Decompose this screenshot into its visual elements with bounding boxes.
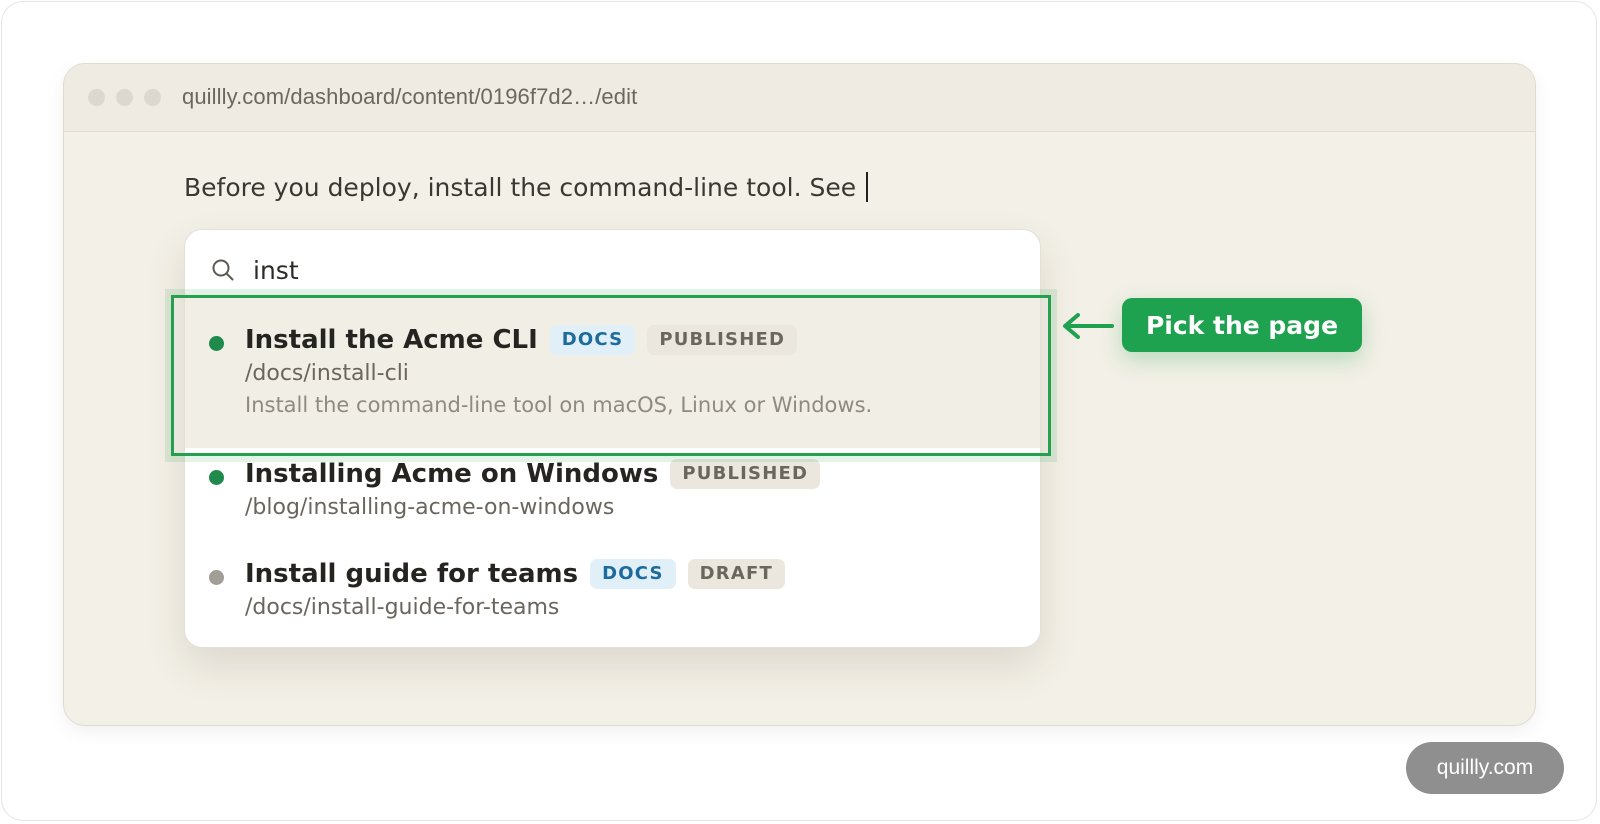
type-badge: DOCS: [590, 559, 676, 589]
browser-titlebar: quillly.com/dashboard/content/0196f7d2…/…: [64, 64, 1535, 132]
status-dot-published: [209, 470, 224, 485]
window-control-maximize[interactable]: [144, 89, 161, 106]
search-row[interactable]: inst: [211, 250, 299, 290]
callout-label: Pick the page: [1122, 298, 1362, 352]
result-title: Installing Acme on Windows: [245, 459, 659, 489]
address-bar-url[interactable]: quillly.com/dashboard/content/0196f7d2…/…: [182, 84, 637, 110]
result-heading: Install guide for teams DOCS DRAFT: [245, 559, 785, 589]
status-dot-draft: [209, 570, 224, 585]
arrow-left-icon: [1063, 313, 1114, 339]
highlight-box: [165, 289, 1057, 462]
result-title: Install guide for teams: [245, 559, 579, 589]
editor-text: Before you deploy, install the command-l…: [184, 172, 857, 202]
search-result-install-guide-for-teams[interactable]: Install guide for teams DOCS DRAFT /docs…: [185, 550, 1040, 647]
window-control-close[interactable]: [88, 89, 105, 106]
result-heading: Installing Acme on Windows PUBLISHED: [245, 459, 821, 489]
editor-text-line[interactable]: Before you deploy, install the command-l…: [184, 172, 869, 202]
result-path: /blog/installing-acme-on-windows: [245, 495, 615, 520]
search-result-installing-acme-on-windows[interactable]: Installing Acme on Windows PUBLISHED /bl…: [185, 448, 1040, 550]
result-path: /docs/install-guide-for-teams: [245, 595, 560, 620]
status-badge: DRAFT: [687, 559, 785, 589]
watermark-badge: quillly.com: [1406, 742, 1564, 794]
text-caret: [866, 172, 869, 202]
status-badge: PUBLISHED: [670, 459, 821, 489]
window-control-minimize[interactable]: [116, 89, 133, 106]
search-icon: [212, 259, 234, 281]
search-input[interactable]: inst: [253, 256, 299, 285]
